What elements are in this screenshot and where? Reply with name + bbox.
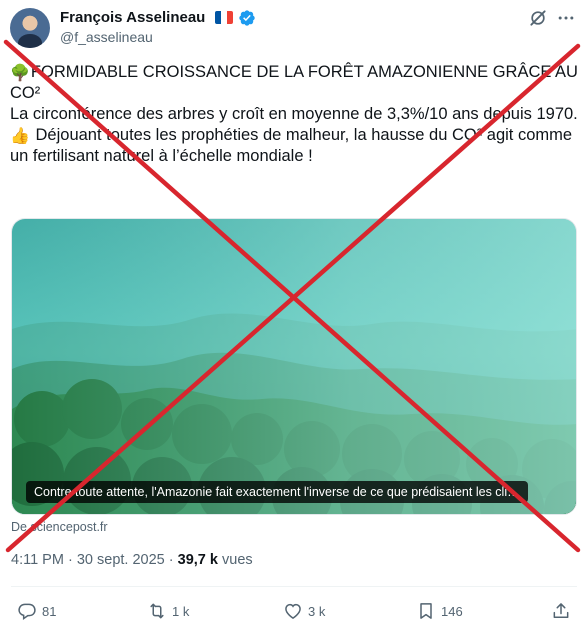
reply-button[interactable]: 81 (17, 600, 56, 622)
bookmark-icon (420, 603, 432, 619)
reply-count: 81 (42, 603, 57, 619)
meta-separator-2: · (168, 552, 174, 568)
link-card-title[interactable]: Contre toute attente, l'Amazonie fait ex… (26, 481, 528, 503)
grok-icon[interactable] (528, 8, 548, 28)
reply-icon (18, 603, 36, 620)
tweet-date[interactable]: 30 sept. 2025 (77, 552, 165, 568)
bookmark-count: 146 (441, 603, 463, 619)
link-source[interactable]: De sciencepost.fr (11, 520, 108, 534)
tweet-headline: FORMIDABLE CROISSANCE DE LA FORÊT AMAZON… (10, 63, 578, 102)
share-icon (553, 603, 569, 618)
share-button[interactable] (551, 600, 571, 622)
repost-icon (150, 603, 164, 619)
tweet-line-3: 👍 Déjouant toutes les prophéties de malh… (10, 125, 578, 167)
flag-red (227, 11, 233, 24)
like-button[interactable]: 3 k (283, 600, 325, 622)
author-name[interactable]: François Asselineau (60, 9, 205, 26)
divider (11, 586, 577, 587)
more-icon[interactable] (556, 8, 576, 28)
repost-button[interactable]: 1 k (147, 600, 189, 622)
bookmark-button[interactable]: 146 (416, 600, 463, 622)
verified-badge-icon (239, 10, 255, 26)
french-flag-icon (215, 11, 233, 24)
heart-icon (285, 603, 301, 619)
tweet-header: François Asselineau @f_asselineau (10, 8, 576, 48)
tweet-body: Déjouant toutes les prophéties de malheu… (10, 126, 573, 165)
amazon-forest-image (12, 219, 576, 514)
link-card-media[interactable]: Contre toute attente, l'Amazonie fait ex… (11, 218, 577, 515)
tweet-meta: 4:11 PM · 30 sept. 2025 · 39,7 k vues (11, 552, 253, 568)
thumbs-up-emoji-icon: 👍 (10, 128, 30, 145)
tweet-line-2: La circonférence des arbres y croît en m… (10, 105, 578, 123)
views-count: 39,7 k (177, 552, 218, 568)
avatar[interactable] (10, 8, 50, 48)
tweet-line-1: 🌳FORMIDABLE CROISSANCE DE LA FORÊT AMAZO… (10, 62, 578, 104)
like-count: 3 k (308, 603, 326, 619)
tweet-text: 🌳FORMIDABLE CROISSANCE DE LA FORÊT AMAZO… (10, 62, 578, 167)
action-bar: 81 1 k 3 k 146 (11, 600, 577, 622)
meta-separator: · (67, 552, 73, 568)
tree-emoji-icon: 🌳 (10, 65, 30, 82)
author-handle[interactable]: @f_asselineau (60, 29, 153, 45)
views-label: vues (222, 552, 253, 568)
repost-count: 1 k (172, 603, 190, 619)
tweet-time[interactable]: 4:11 PM (11, 552, 64, 568)
